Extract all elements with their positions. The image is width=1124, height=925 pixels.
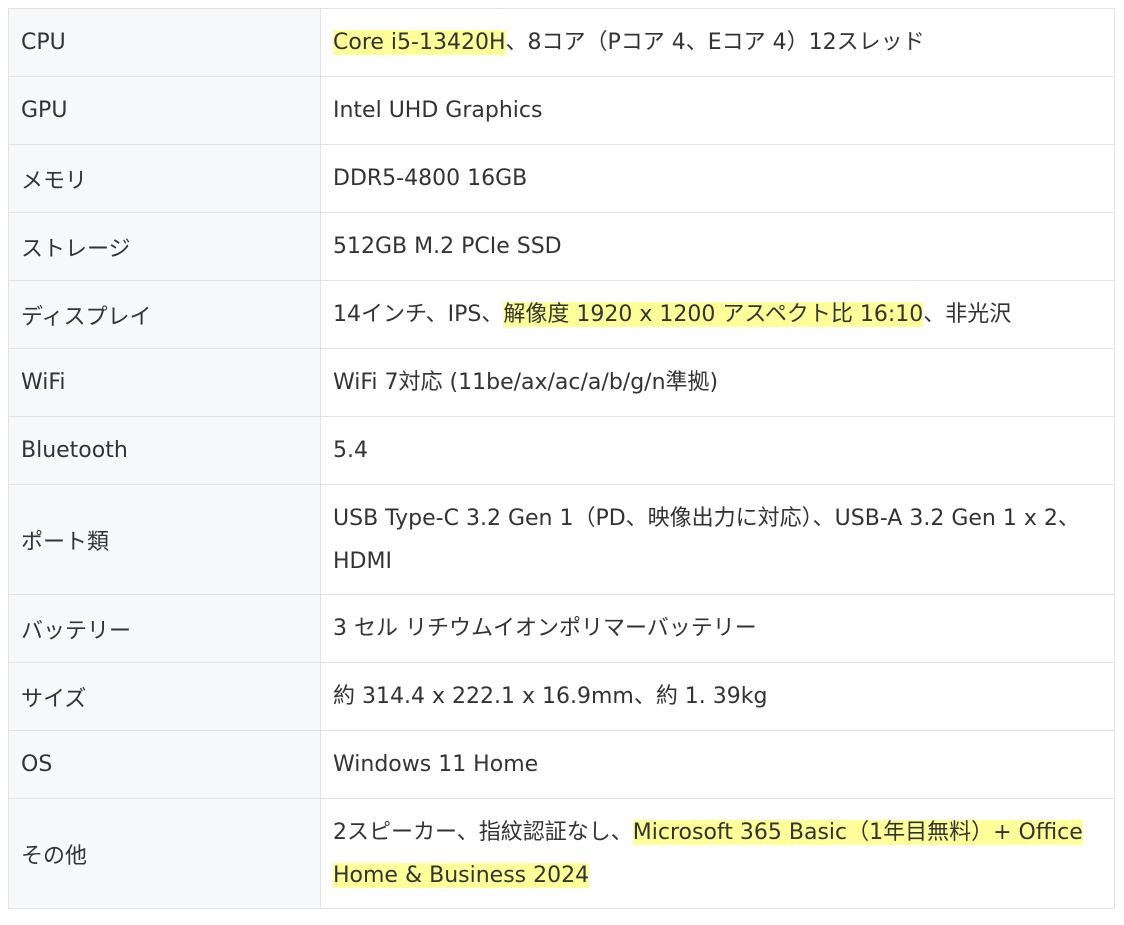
table-row: WiFi WiFi 7対応 (11be/ax/ac/a/b/g/n準拠) (8, 348, 1115, 417)
highlighted-text: 解像度 1920 x 1200 アスペクト比 16:10 (503, 302, 924, 327)
row-label: その他 (8, 798, 321, 909)
row-label: サイズ (8, 662, 321, 731)
row-value: Windows 11 Home (320, 730, 1115, 799)
row-label: ポート類 (8, 484, 321, 595)
table-row: ストレージ 512GB M.2 PCIe SSD (8, 212, 1115, 281)
value-text: 、非光沢 (923, 302, 1012, 327)
row-value: Intel UHD Graphics (320, 76, 1115, 145)
table-row: GPU Intel UHD Graphics (8, 76, 1115, 145)
table-row: バッテリー 3 セル リチウムイオンポリマーバッテリー (8, 594, 1115, 663)
table-row: メモリ DDR5-4800 16GB (8, 144, 1115, 213)
value-text: 512GB M.2 PCIe SSD (333, 234, 562, 259)
row-value: 14インチ、IPS、解像度 1920 x 1200 アスペクト比 16:10、非… (320, 280, 1115, 349)
highlighted-text: Core i5-13420H (333, 30, 506, 55)
spec-table: CPU Core i5-13420H、8コア（Pコア 4、Eコア 4）12スレッ… (8, 8, 1115, 909)
table-row: ポート類 USB Type-C 3.2 Gen 1（PD、映像出力に対応）、US… (8, 484, 1115, 595)
value-text: USB Type-C 3.2 Gen 1（PD、映像出力に対応）、USB-A 3… (333, 505, 1080, 574)
value-text: 3 セル リチウムイオンポリマーバッテリー (333, 616, 757, 641)
row-value: USB Type-C 3.2 Gen 1（PD、映像出力に対応）、USB-A 3… (320, 484, 1115, 595)
row-value: 512GB M.2 PCIe SSD (320, 212, 1115, 281)
row-value: Core i5-13420H、8コア（Pコア 4、Eコア 4）12スレッド (320, 8, 1115, 77)
row-value: 3 セル リチウムイオンポリマーバッテリー (320, 594, 1115, 663)
row-label: ストレージ (8, 212, 321, 281)
value-text: 5.4 (333, 438, 368, 463)
row-value: 約 314.4 x 222.1 x 16.9mm、約 1. 39kg (320, 662, 1115, 731)
row-value: WiFi 7対応 (11be/ax/ac/a/b/g/n準拠) (320, 348, 1115, 417)
table-row: CPU Core i5-13420H、8コア（Pコア 4、Eコア 4）12スレッ… (8, 8, 1115, 77)
row-label: バッテリー (8, 594, 321, 663)
table-row: ディスプレイ 14インチ、IPS、解像度 1920 x 1200 アスペクト比 … (8, 280, 1115, 349)
row-label: WiFi (8, 348, 321, 417)
row-value: 5.4 (320, 416, 1115, 485)
value-text: 約 314.4 x 222.1 x 16.9mm、約 1. 39kg (333, 684, 768, 709)
value-text: 、8コア（Pコア 4、Eコア 4）12スレッド (505, 30, 925, 55)
table-row: OS Windows 11 Home (8, 730, 1115, 799)
value-text: Intel UHD Graphics (333, 98, 543, 123)
table-row: その他 2スピーカー、指紋認証なし、Microsoft 365 Basic（1年… (8, 798, 1115, 909)
value-text: Windows 11 Home (333, 752, 539, 777)
row-value: 2スピーカー、指紋認証なし、Microsoft 365 Basic（1年目無料）… (320, 798, 1115, 909)
value-text: WiFi 7対応 (11be/ax/ac/a/b/g/n準拠) (333, 370, 719, 395)
value-text: 14インチ、IPS、 (333, 302, 504, 327)
row-label: メモリ (8, 144, 321, 213)
row-label: ディスプレイ (8, 280, 321, 349)
row-label: Bluetooth (8, 416, 321, 485)
value-text: DDR5-4800 16GB (333, 166, 528, 191)
row-label: CPU (8, 8, 321, 77)
table-row: サイズ 約 314.4 x 222.1 x 16.9mm、約 1. 39kg (8, 662, 1115, 731)
row-value: DDR5-4800 16GB (320, 144, 1115, 213)
row-label: OS (8, 730, 321, 799)
value-text: 2スピーカー、指紋認証なし、 (333, 819, 633, 845)
table-row: Bluetooth 5.4 (8, 416, 1115, 485)
row-label: GPU (8, 76, 321, 145)
